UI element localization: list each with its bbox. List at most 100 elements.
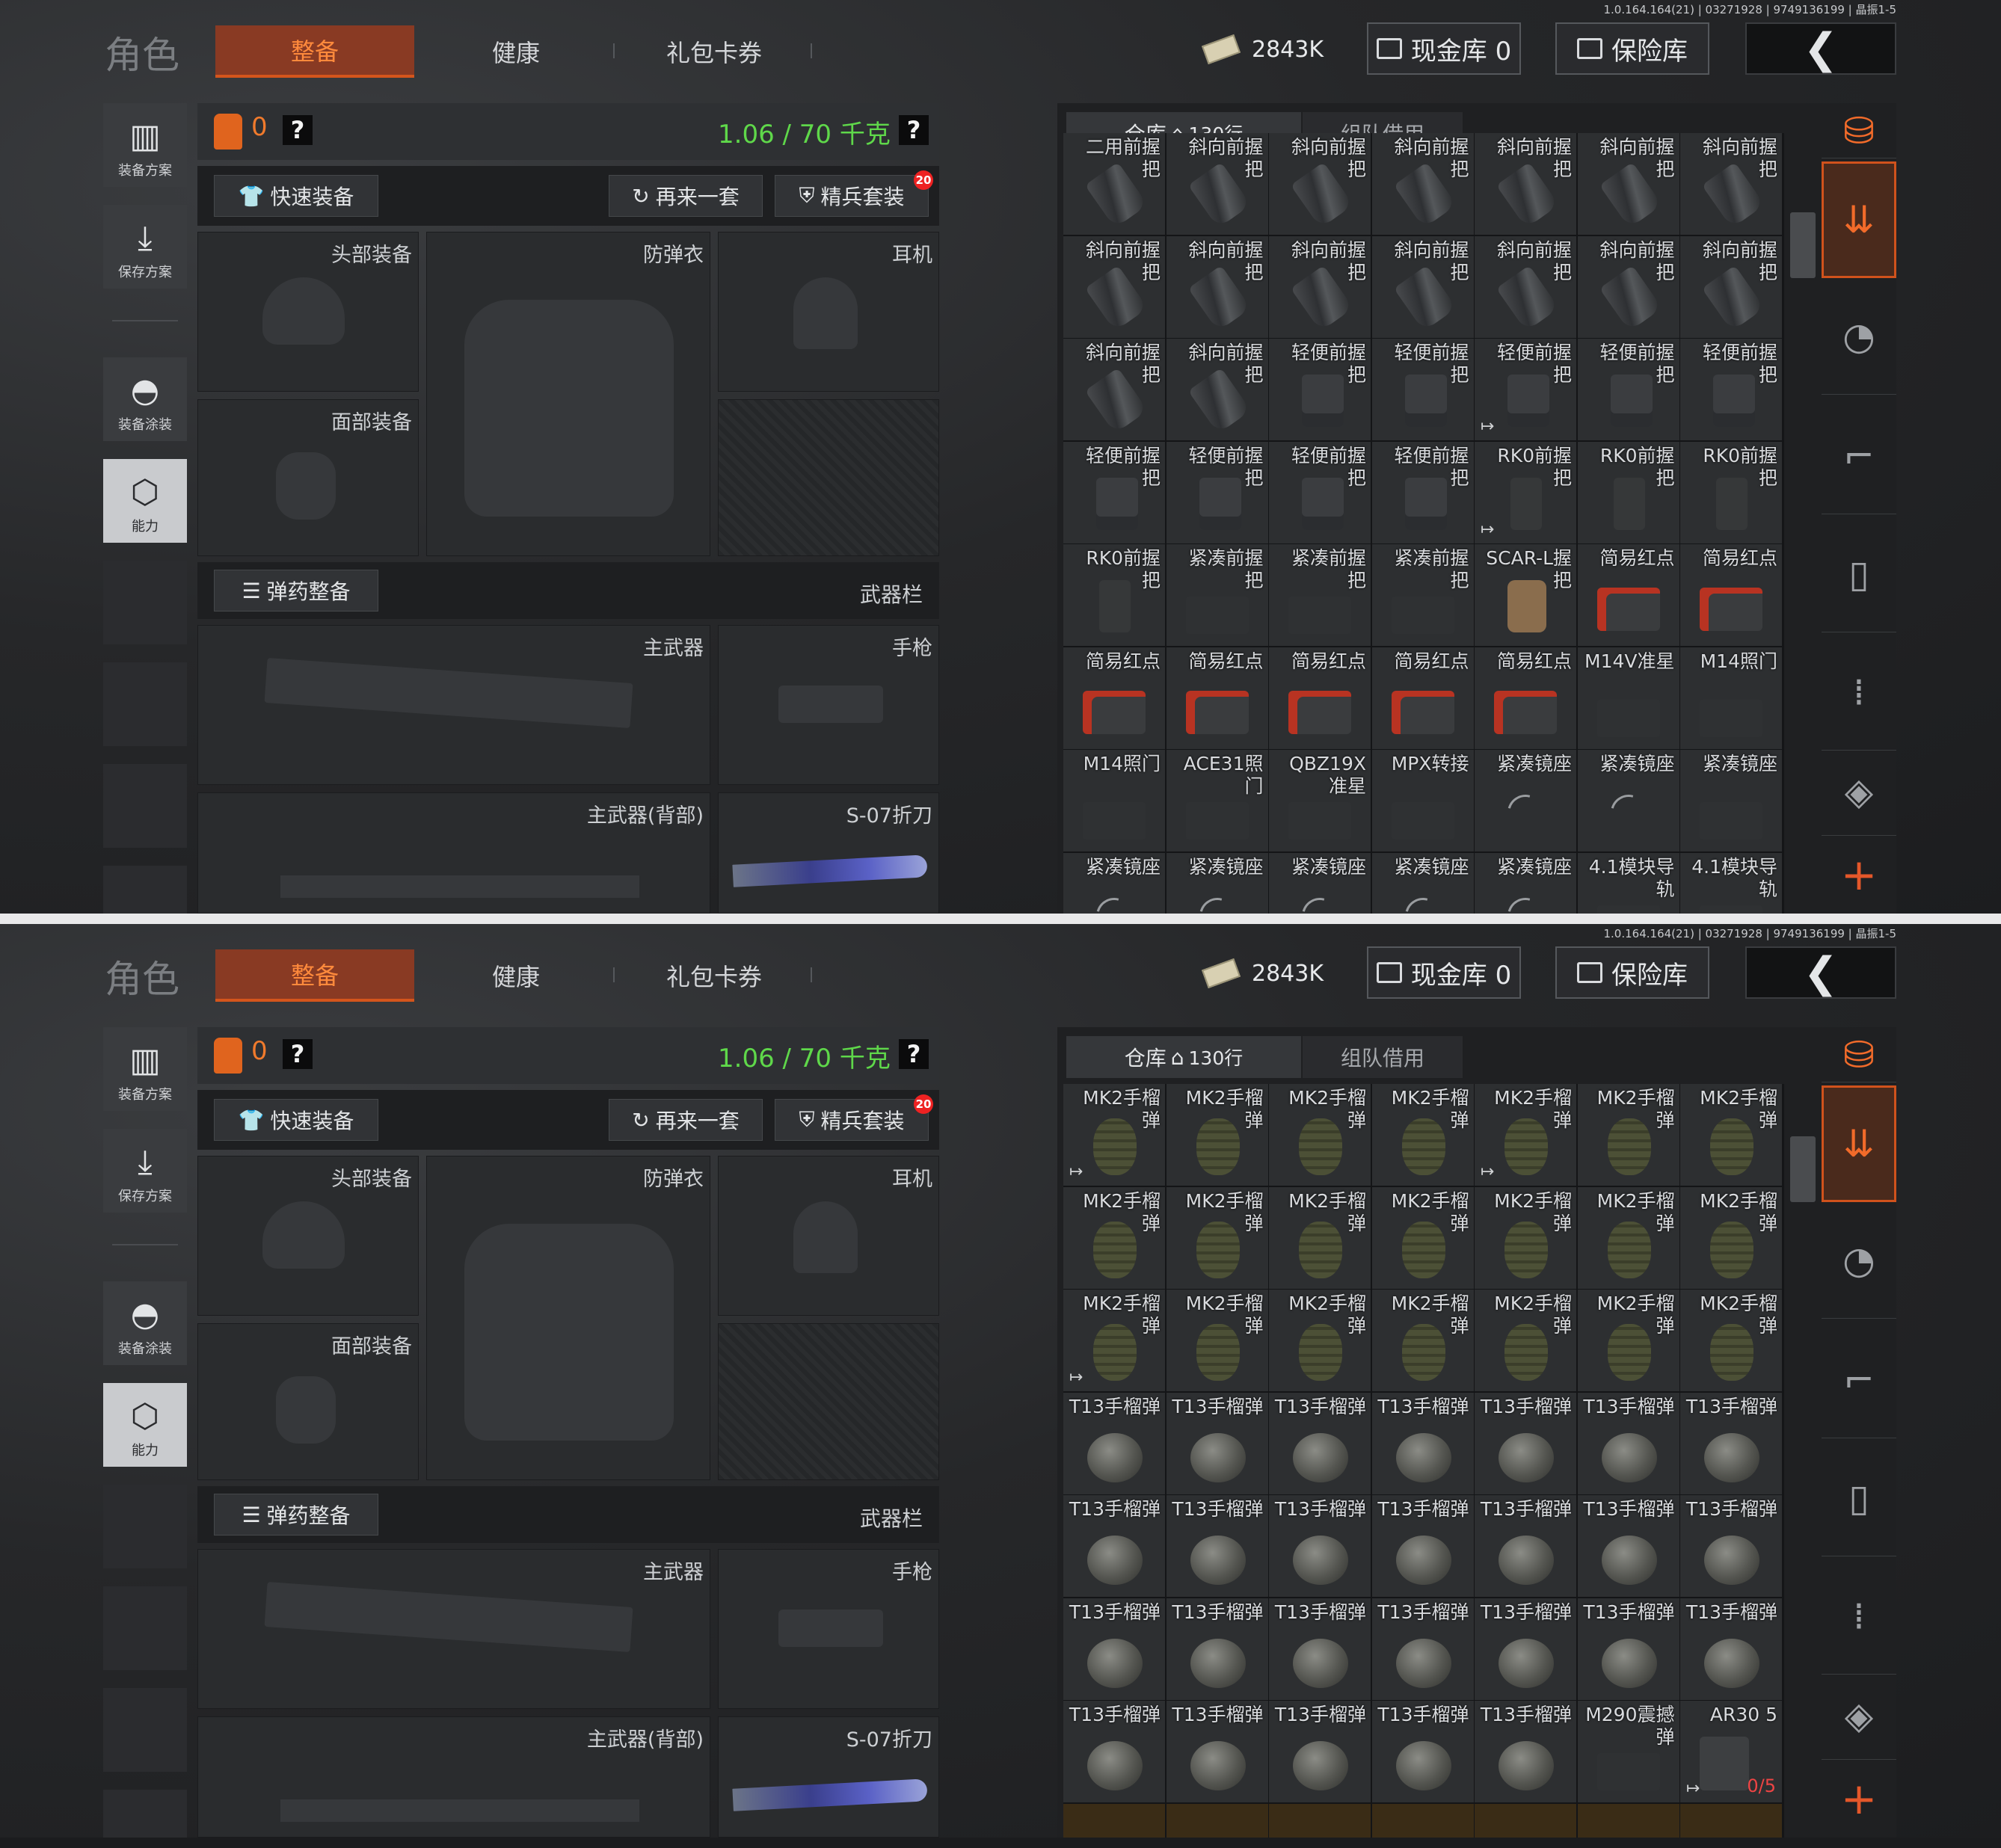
ammo-equip-button[interactable]: ☰ 弹药整备	[214, 1494, 378, 1536]
inventory-scrollbar[interactable]	[1790, 1136, 1816, 1202]
inventory-item[interactable]: T13手榴弹	[1680, 1495, 1782, 1597]
magazine-icon[interactable]: ▯	[1822, 1440, 1896, 1556]
primary-back-slot[interactable]: 主武器(背部)	[197, 1716, 710, 1838]
safe-button[interactable]: 保险库	[1555, 22, 1709, 75]
inventory-item[interactable]: T13手榴弹	[1166, 1495, 1268, 1597]
back-button[interactable]: ❮	[1745, 946, 1896, 999]
sidebar-item-save-plan[interactable]: ⤓ 保存方案	[103, 1129, 187, 1213]
inventory-item[interactable]: 轻便前握把	[1269, 441, 1371, 543]
bullet-icon[interactable]: ⁞	[1822, 634, 1896, 751]
inventory-item[interactable]: MK2手榴弹	[1577, 1084, 1679, 1186]
inventory-item[interactable]: 5.56×45	[1371, 1803, 1474, 1838]
inventory-item[interactable]: MK2手榴弹 ↦	[1063, 1290, 1165, 1391]
inventory-item[interactable]: T13手榴弹	[1166, 1598, 1268, 1700]
repeat-set-button[interactable]: ↻ 再来一套	[609, 1099, 763, 1141]
inventory-item[interactable]: MK2手榴弹	[1166, 1290, 1268, 1391]
inventory-item[interactable]: T13手榴弹	[1475, 1701, 1576, 1802]
inventory-item[interactable]: 斜向前握把	[1269, 133, 1371, 235]
tab-equip[interactable]: 整备	[215, 949, 414, 1002]
inventory-item[interactable]: 斜向前握把	[1063, 339, 1165, 440]
inventory-item[interactable]: 紧凑镜座	[1680, 750, 1782, 851]
inventory-item[interactable]: T13手榴弹	[1680, 1598, 1782, 1700]
inventory-item[interactable]: 简易红点	[1475, 647, 1576, 749]
weight-help-button[interactable]: ?	[899, 1039, 929, 1069]
inventory-item[interactable]: T13手榴弹	[1063, 1701, 1165, 1802]
inventory-item[interactable]: T13手榴弹	[1475, 1598, 1576, 1700]
knife-slot[interactable]: S-07折刀	[718, 1716, 939, 1838]
inventory-item[interactable]: 4.1模块导轨	[1577, 852, 1679, 914]
inventory-item[interactable]: 斜向前握把	[1371, 235, 1474, 338]
inventory-item[interactable]: MK2手榴弹	[1371, 1290, 1474, 1391]
primary-back-slot[interactable]: 主武器(背部)	[197, 792, 710, 914]
inventory-item[interactable]: 斜向前握把	[1680, 133, 1782, 235]
inventory-item[interactable]: 斜向前握把	[1166, 133, 1268, 235]
tab-health[interactable]: 健康	[426, 949, 606, 1002]
inventory-item[interactable]: 紧凑前握把	[1269, 544, 1371, 646]
armor-slot[interactable]: 防弹衣	[426, 232, 710, 556]
inventory-item[interactable]: 紧凑镜座	[1063, 852, 1165, 914]
inventory-item[interactable]: 斜向前握把	[1577, 133, 1679, 235]
inventory-item[interactable]: 4.1模块导轨	[1680, 852, 1782, 914]
elite-set-button[interactable]: ⛨ 精兵套装	[775, 175, 929, 217]
face-slot[interactable]: 面部装备	[197, 1323, 419, 1480]
inventory-item[interactable]: 简易红点	[1269, 647, 1371, 749]
inventory-item[interactable]: T13手榴弹	[1371, 1598, 1474, 1700]
category-all-icon[interactable]: ⇊	[1822, 161, 1896, 278]
inventory-item[interactable]: 轻便前握把	[1577, 339, 1679, 440]
inventory-item[interactable]: 5.56×45	[1577, 1803, 1679, 1838]
earphone-slot[interactable]: 耳机	[718, 1156, 939, 1316]
inventory-item[interactable]: T13手榴弹	[1577, 1392, 1679, 1494]
inventory-item[interactable]: MK2手榴弹	[1269, 1186, 1371, 1289]
sidebar-item-skin[interactable]: ◓ 装备涂装	[103, 357, 187, 441]
inventory-item[interactable]: 紧凑镜座	[1166, 852, 1268, 914]
tab-warehouse[interactable]: 仓库 ⌂ 130行	[1066, 1036, 1301, 1078]
inventory-item[interactable]: 简易红点	[1166, 647, 1268, 749]
inventory-item[interactable]: 简易红点	[1680, 544, 1782, 646]
inventory-item[interactable]: T13手榴弹	[1269, 1701, 1371, 1802]
elite-set-button[interactable]: ⛨ 精兵套装	[775, 1099, 929, 1141]
tab-gift-cards[interactable]: 礼包卡券	[621, 949, 808, 1002]
primary-weapon-slot[interactable]: 主武器	[197, 1549, 710, 1709]
inventory-item[interactable]: 7.62×54	[1269, 1803, 1371, 1838]
inventory-item[interactable]: 轻便前握把	[1680, 339, 1782, 440]
primary-weapon-slot[interactable]: 主武器	[197, 625, 710, 785]
inventory-item[interactable]: M14V准星	[1577, 647, 1679, 749]
inventory-item[interactable]: T13手榴弹	[1577, 1495, 1679, 1597]
category-all-icon[interactable]: ⇊	[1822, 1085, 1896, 1202]
add-category-button[interactable]: +	[1822, 837, 1896, 912]
inventory-item[interactable]: 轻便前握把	[1371, 441, 1474, 543]
inventory-item[interactable]: T13手榴弹	[1269, 1495, 1371, 1597]
cash-vault-button[interactable]: 现金库 0	[1367, 22, 1521, 75]
safe-button[interactable]: 保险库	[1555, 946, 1709, 999]
inventory-item[interactable]: 斜向前握把	[1475, 235, 1576, 338]
inventory-item[interactable]: MK2手榴弹	[1475, 1186, 1576, 1289]
helmet-icon[interactable]: ◔	[1822, 1202, 1896, 1319]
inventory-item[interactable]: 斜向前握把	[1680, 235, 1782, 338]
pistol-slot[interactable]: 手枪	[718, 625, 939, 785]
inventory-item[interactable]: MK2手榴弹 ↦	[1475, 1084, 1576, 1186]
storage-stack-icon[interactable]: ⛁	[1822, 103, 1896, 158]
head-slot[interactable]: 头部装备	[197, 1156, 419, 1316]
inventory-item[interactable]: MK2手榴弹	[1475, 1290, 1576, 1391]
inventory-item[interactable]: 二用前握把	[1063, 133, 1165, 235]
inventory-scrollbar[interactable]	[1790, 212, 1816, 278]
scope-icon[interactable]: ◈	[1822, 748, 1896, 836]
inventory-item[interactable]: 轻便前握把 ↦	[1475, 339, 1576, 440]
head-slot[interactable]: 头部装备	[197, 232, 419, 392]
inventory-item[interactable]: 7.62×39	[1063, 1803, 1165, 1838]
sidebar-item-equip-plan[interactable]: ▥ 装备方案	[103, 1027, 187, 1111]
inventory-item[interactable]: T13手榴弹	[1577, 1598, 1679, 1700]
quick-equip-button[interactable]: 👕 快速装备	[214, 1099, 378, 1141]
inventory-item[interactable]: T13手榴弹	[1680, 1392, 1782, 1494]
ammo-equip-button[interactable]: ☰ 弹药整备	[214, 570, 378, 612]
inventory-item[interactable]: QBZ19X准星	[1269, 750, 1371, 851]
inventory-item[interactable]: MPX转接	[1371, 750, 1474, 851]
inventory-item[interactable]: MK2手榴弹	[1063, 1186, 1165, 1289]
inventory-item[interactable]: 简易红点	[1577, 544, 1679, 646]
inventory-item[interactable]: 轻便前握把	[1166, 441, 1268, 543]
inventory-item[interactable]: MK2手榴弹	[1166, 1186, 1268, 1289]
sidebar-item-ability[interactable]: ⬡ 能力	[103, 1383, 187, 1467]
inventory-item[interactable]: 5.56×45	[1475, 1803, 1576, 1838]
inventory-item[interactable]: RK0前握把 ↦	[1475, 441, 1576, 543]
cash-vault-button[interactable]: 现金库 0	[1367, 946, 1521, 999]
